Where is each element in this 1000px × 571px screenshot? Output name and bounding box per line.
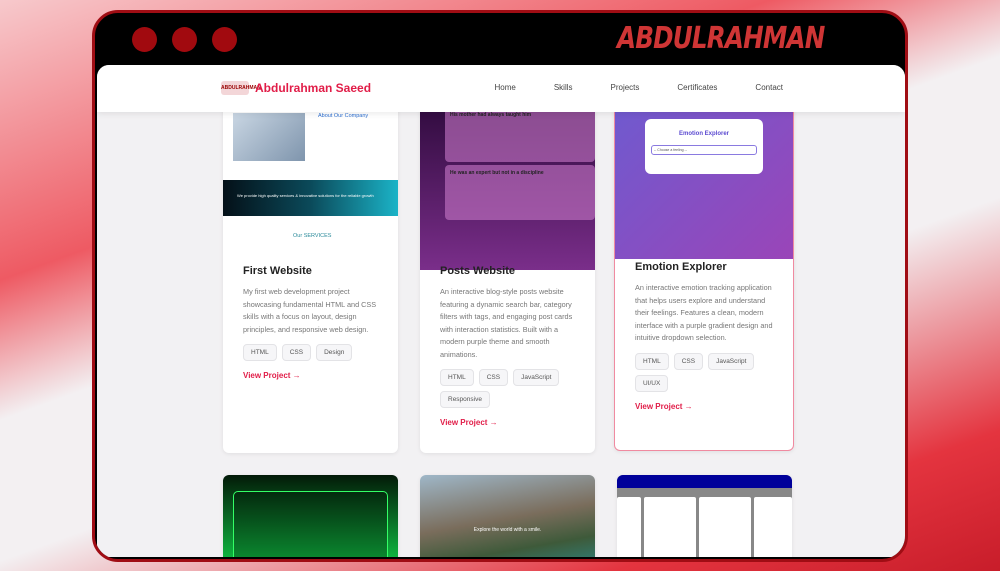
tag: JavaScript: [513, 369, 560, 386]
project-title: Emotion Explorer: [635, 261, 727, 273]
tag: CSS: [478, 369, 509, 386]
view-project-link[interactable]: View Project →: [243, 371, 384, 380]
window-dot-icon[interactable]: [172, 27, 197, 52]
view-project-link[interactable]: View Project →: [440, 418, 581, 427]
project-card[interactable]: Explore the world with a smile.: [420, 475, 595, 557]
tag: Responsive: [440, 391, 490, 408]
window-dot-icon[interactable]: [132, 27, 157, 52]
project-card[interactable]: Emotion Explorer -- Choose a feeling -- …: [614, 85, 794, 451]
view-project-link[interactable]: View Project →: [635, 402, 779, 411]
logo[interactable]: ABDULRAHMAN: [221, 81, 261, 95]
project-card[interactable]: His mother had always taught him He was …: [420, 85, 595, 453]
tag: CSS: [673, 352, 704, 370]
project-card[interactable]: [617, 475, 792, 557]
nav-home[interactable]: Home: [494, 83, 515, 92]
nav-projects[interactable]: Projects: [611, 83, 640, 92]
project-description: My first web development project showcas…: [243, 287, 377, 334]
nav-certificates[interactable]: Certificates: [677, 83, 717, 92]
project-card[interactable]: About Our Company We provide high qualit…: [223, 85, 398, 453]
tag: HTML: [243, 344, 277, 361]
tag: Design: [316, 344, 353, 361]
tag: UI/UX: [635, 374, 669, 392]
tag: HTML: [635, 352, 669, 370]
window-dot-icon[interactable]: [212, 27, 237, 52]
tag: CSS: [281, 344, 312, 361]
screen: ABDULRAHMAN Abdulrahman Saeed Home Skill…: [97, 65, 905, 557]
nav-skills[interactable]: Skills: [554, 83, 573, 92]
project-preview: His mother had always taught him He was …: [420, 85, 595, 270]
tag: JavaScript: [708, 352, 755, 370]
project-card[interactable]: [223, 475, 398, 557]
tag: HTML: [440, 369, 474, 386]
project-title: First Website: [243, 265, 312, 277]
frame-brand: ABDULRAHMAN: [617, 21, 825, 56]
browser-frame: ABDULRAHMAN ABDULRAHMAN Abdulrahman Saee…: [92, 10, 908, 562]
site-name[interactable]: Abdulrahman Saeed: [255, 81, 371, 95]
project-title: Posts Website: [440, 265, 515, 277]
project-description: An interactive emotion tracking applicat…: [635, 283, 773, 342]
navbar: ABDULRAHMAN Abdulrahman Saeed Home Skill…: [97, 65, 905, 112]
project-description: An interactive blog-style posts website …: [440, 287, 573, 359]
nav-contact[interactable]: Contact: [755, 83, 783, 92]
